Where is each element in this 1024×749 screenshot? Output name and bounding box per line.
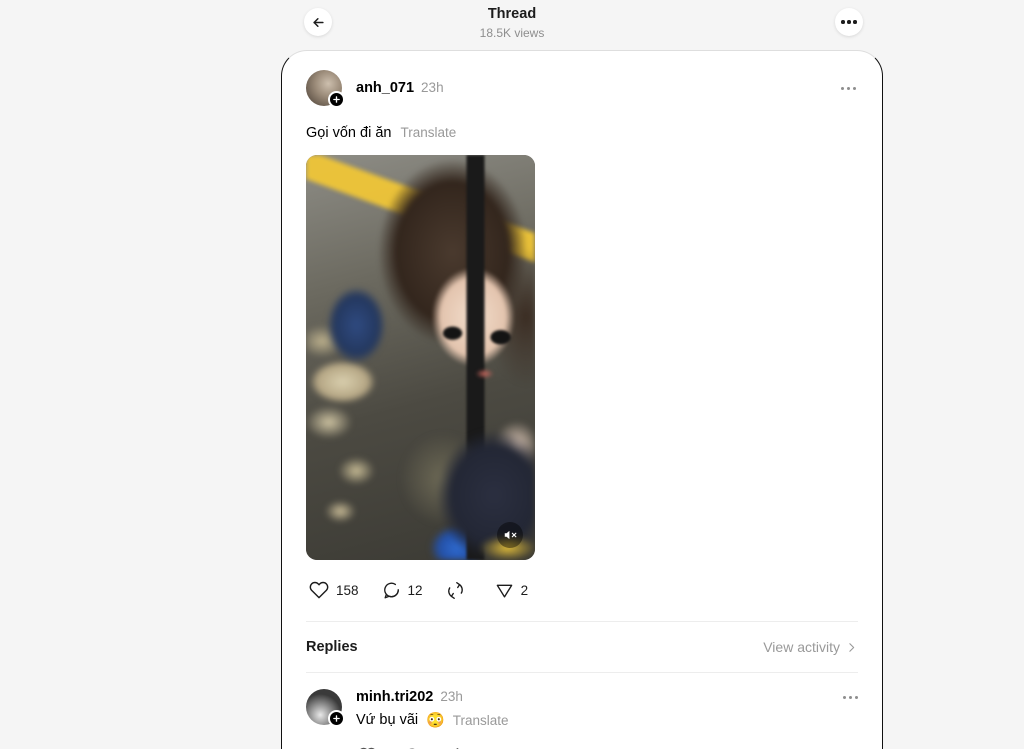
reply-timestamp: 23h [440, 689, 463, 704]
reply-text-row: Vứ bụ vãi 😳 Translate [356, 711, 858, 730]
ellipsis-icon [841, 20, 857, 24]
repost-button[interactable] [446, 581, 472, 600]
mute-toggle-button[interactable] [497, 522, 523, 548]
chevron-right-icon [849, 642, 855, 652]
post-actions: 158 12 2 [306, 576, 858, 604]
reply-translate-link[interactable]: Translate [453, 711, 509, 730]
view-activity-label: View activity [763, 639, 840, 655]
reply-more-button[interactable] [843, 695, 858, 699]
post-caption-row: Gọi vốn đi ăn Translate [306, 123, 858, 143]
post-caption: Gọi vốn đi ăn [306, 125, 392, 141]
share-icon [496, 584, 512, 598]
reply-text: Vứ bụ vãi [356, 712, 419, 728]
like-button[interactable]: 158 [309, 580, 359, 600]
reply-body: minh.tri202 23h Vứ bụ vãi 😳 Translate [356, 689, 858, 749]
share-count: 2 [520, 582, 529, 598]
view-activity-link[interactable]: View activity [763, 639, 858, 655]
reply-username[interactable]: minh.tri202 [356, 689, 433, 705]
repost-icon [447, 581, 463, 599]
thread-card: anh_071 23h Gọi vốn đi ăn Translate 158 … [281, 50, 883, 749]
avatar[interactable] [306, 689, 345, 727]
replies-label: Replies [306, 639, 358, 655]
media-yellow-bottom [306, 155, 535, 560]
comment-icon [383, 582, 399, 598]
post-translate-link[interactable]: Translate [400, 123, 456, 142]
post-author-line: anh_071 23h [356, 80, 444, 96]
share-button[interactable]: 2 [495, 581, 529, 600]
top-bar: Thread 18.5K views [0, 0, 1024, 50]
comment-count: 12 [407, 582, 423, 598]
header-more-button[interactable] [835, 8, 863, 36]
speaker-muted-icon [504, 530, 517, 540]
plus-badge-icon[interactable] [328, 710, 345, 727]
list-item: minh.tri202 23h Vứ bụ vãi 😳 Translate [306, 673, 858, 749]
post-username[interactable]: anh_071 [356, 80, 414, 96]
thread-screen: Thread 18.5K views anh_071 23h Gọi vốn đ… [0, 0, 1024, 749]
comment-button[interactable]: 12 [382, 581, 423, 600]
back-button[interactable] [304, 8, 332, 36]
replies-header: Replies View activity [306, 622, 858, 672]
view-count: 18.5K views [479, 26, 545, 40]
post-media[interactable] [306, 155, 535, 560]
post-header: anh_071 23h [306, 51, 858, 108]
arrow-left-icon [312, 17, 324, 27]
like-count: 158 [336, 582, 359, 598]
heart-icon [309, 581, 329, 599]
avatar[interactable] [306, 70, 345, 108]
reply-emoji: 😳 [426, 712, 445, 729]
page-title: Thread [487, 6, 537, 22]
header-title-block: Thread 18.5K views [0, 5, 1024, 41]
post-more-button[interactable] [841, 86, 858, 90]
post-timestamp: 23h [421, 80, 444, 95]
reply-author-line: minh.tri202 23h [356, 689, 858, 705]
plus-badge-icon[interactable] [328, 91, 345, 108]
